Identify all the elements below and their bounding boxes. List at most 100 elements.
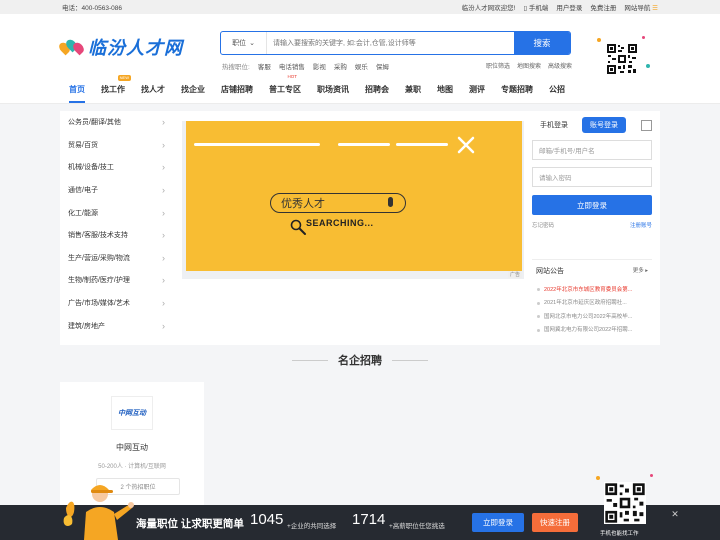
chevron-right-icon: ›	[162, 230, 165, 241]
category-label: 化工/能源	[68, 209, 98, 217]
job-count-label: +高薪职位任您挑选	[389, 523, 445, 530]
nav-label: 地图	[437, 85, 453, 94]
nav-career-news[interactable]: 职场资讯	[317, 76, 349, 104]
tab-account-login[interactable]: 账号登录	[582, 117, 626, 133]
phone-icon: ▯	[523, 5, 528, 12]
search-input[interactable]	[267, 32, 514, 54]
job-filter-link[interactable]: 职位筛选	[486, 61, 510, 70]
search-button[interactable]: 搜索	[514, 32, 570, 54]
mobile-link[interactable]: ▯ 手机端	[523, 2, 548, 12]
notice-header: 网站公告 更多 ▸	[532, 260, 652, 282]
site-logo[interactable]: 临汾人才网	[57, 34, 183, 60]
decor-dot	[646, 64, 650, 68]
bottom-slogan: 海量职位 让求职更简单	[136, 518, 244, 530]
hot-word[interactable]: 娱乐	[355, 61, 368, 71]
close-icon[interactable]: ✕	[670, 509, 680, 519]
nav-public-recruit[interactable]: 公招	[549, 76, 565, 104]
qr-login-icon[interactable]	[641, 119, 652, 131]
category-item[interactable]: 生物/制药/医疗/护理 ›	[60, 269, 173, 292]
password-field[interactable]: 请输入密码	[532, 167, 652, 187]
category-label: 建筑/房地产	[68, 322, 105, 330]
welcome-text: 临汾人才网欢迎您!	[461, 5, 516, 12]
category-item[interactable]: 广告/市场/媒体/艺术 ›	[60, 292, 173, 315]
notice-more-link[interactable]: 更多 ▸	[633, 266, 648, 276]
notice-item[interactable]: 2021年北京市延庆区政府招聘社...	[532, 296, 652, 310]
nav-special-recruit[interactable]: 专题招聘	[501, 76, 533, 104]
chevron-right-icon: ›	[162, 252, 165, 263]
nav-label: 招聘会	[365, 85, 389, 94]
hot-word[interactable]: 电话销售	[279, 61, 305, 71]
banner-searching-text: SEARCHING...	[306, 218, 374, 228]
decor-dot	[597, 38, 601, 42]
category-item[interactable]: 通信/电子 ›	[60, 179, 173, 202]
hot-word[interactable]: 影视	[313, 61, 326, 71]
category-item[interactable]: 贸易/百货 ›	[60, 134, 173, 157]
category-item[interactable]: 建筑/房地产 ›	[60, 314, 173, 337]
register-account-link[interactable]: 注册账号	[630, 221, 652, 229]
category-item[interactable]: 公务员/翻译/其他 ›	[60, 111, 173, 134]
category-item[interactable]: 生产/营运/采购/物流 ›	[60, 247, 173, 270]
notice-item[interactable]: 国网北京市电力公司2022年高校毕...	[532, 309, 652, 323]
nav-label: 店铺招聘	[221, 85, 253, 94]
chevron-right-icon: ›	[162, 117, 165, 128]
login-tabs: 手机登录 账号登录	[532, 117, 652, 133]
qr-code-icon	[604, 482, 646, 524]
banner-line	[338, 143, 390, 146]
forgot-password-link[interactable]: 忘记密码	[532, 221, 554, 229]
nav-label: 职场资讯	[317, 85, 349, 94]
nav-find-talent[interactable]: 找人才	[141, 76, 165, 104]
category-label: 销售/客服/技术支持	[68, 232, 128, 240]
nav-label: 找工作	[101, 85, 125, 94]
nav-label: 测评	[469, 85, 485, 94]
company-info: 50-200人 · 计算机/互联网	[98, 464, 166, 470]
category-label: 贸易/百货	[68, 141, 98, 149]
notice-item[interactable]: 国网冀北电力有限公司2022年招聘...	[532, 323, 652, 337]
hot-search-words: 热搜职位: 客服 电话销售 影视 采购 娱乐 保姆	[222, 61, 389, 71]
category-item[interactable]: 化工/能源 ›	[60, 201, 173, 224]
username-field[interactable]: 邮箱/手机号/用户名	[532, 140, 652, 160]
company-name: 中网互动	[116, 443, 148, 452]
nav-home[interactable]: 首页	[69, 76, 85, 104]
chevron-right-icon: ›	[162, 162, 165, 173]
company-count-label: +企业的共同选择	[287, 523, 337, 530]
nav-part-time[interactable]: 兼职	[405, 76, 421, 104]
phone-text: 电话：400-0563-086	[62, 5, 122, 12]
category-item[interactable]: 销售/客服/技术支持 ›	[60, 224, 173, 247]
hot-word[interactable]: 客服	[258, 61, 271, 71]
bottom-register-button[interactable]: 快速注册	[532, 513, 578, 532]
free-register-link[interactable]: 免费注册	[590, 2, 616, 12]
header: 临汾人才网 职位 ⌄ 搜索 热搜职位: 客服 电话销售 影视 采购 娱乐 保姆 …	[0, 14, 720, 76]
category-label: 生物/制药/医疗/护理	[68, 277, 130, 285]
advanced-search-link[interactable]: 高级搜索	[548, 61, 572, 70]
user-login-link[interactable]: 用户登录	[556, 2, 582, 12]
username-placeholder: 邮箱/手机号/用户名	[539, 148, 595, 155]
company-logo: 中网互动	[111, 396, 153, 430]
notice-item[interactable]: 2022年北京市东城区教育委员会第...	[532, 282, 652, 296]
hot-word[interactable]: 保姆	[376, 61, 389, 71]
menu-icon: ☰	[652, 5, 658, 12]
hot-word[interactable]: 采购	[334, 61, 347, 71]
tab-phone-login[interactable]: 手机登录	[532, 117, 576, 133]
map-search-link[interactable]: 地图搜索	[517, 61, 541, 70]
chevron-right-icon: ›	[162, 139, 165, 150]
nav-map[interactable]: 地图	[437, 76, 453, 104]
nav-general-workers[interactable]: 普工专区 HOT	[269, 73, 301, 104]
bottom-login-button[interactable]: 立即登录	[472, 513, 524, 532]
category-item[interactable]: 机械/设备/技工 ›	[60, 156, 173, 179]
nav-assessment[interactable]: 测评	[469, 76, 485, 104]
login-submit-button[interactable]: 立即登录	[532, 195, 652, 215]
nav-find-company[interactable]: 找企业	[181, 76, 205, 104]
site-nav-link[interactable]: 网站导航 ☰	[624, 2, 658, 12]
search-category-label: 职位	[232, 40, 247, 47]
nav-job-fair[interactable]: 招聘会	[365, 76, 389, 104]
promo-banner[interactable]: 优秀人才 SEARCHING...	[186, 121, 522, 271]
login-links: 忘记密码 注册账号	[532, 221, 652, 229]
password-placeholder: 请输入密码	[539, 175, 572, 182]
hot-badge: HOT	[287, 73, 298, 79]
chevron-right-icon: ›	[162, 185, 165, 196]
nav-find-job[interactable]: 找工作 NEW	[101, 74, 131, 104]
ad-tag: 广告	[508, 271, 523, 278]
chevron-right-icon: ›	[162, 207, 165, 218]
search-category-select[interactable]: 职位 ⌄	[221, 32, 267, 54]
nav-shop-jobs[interactable]: 店铺招聘	[221, 76, 253, 104]
